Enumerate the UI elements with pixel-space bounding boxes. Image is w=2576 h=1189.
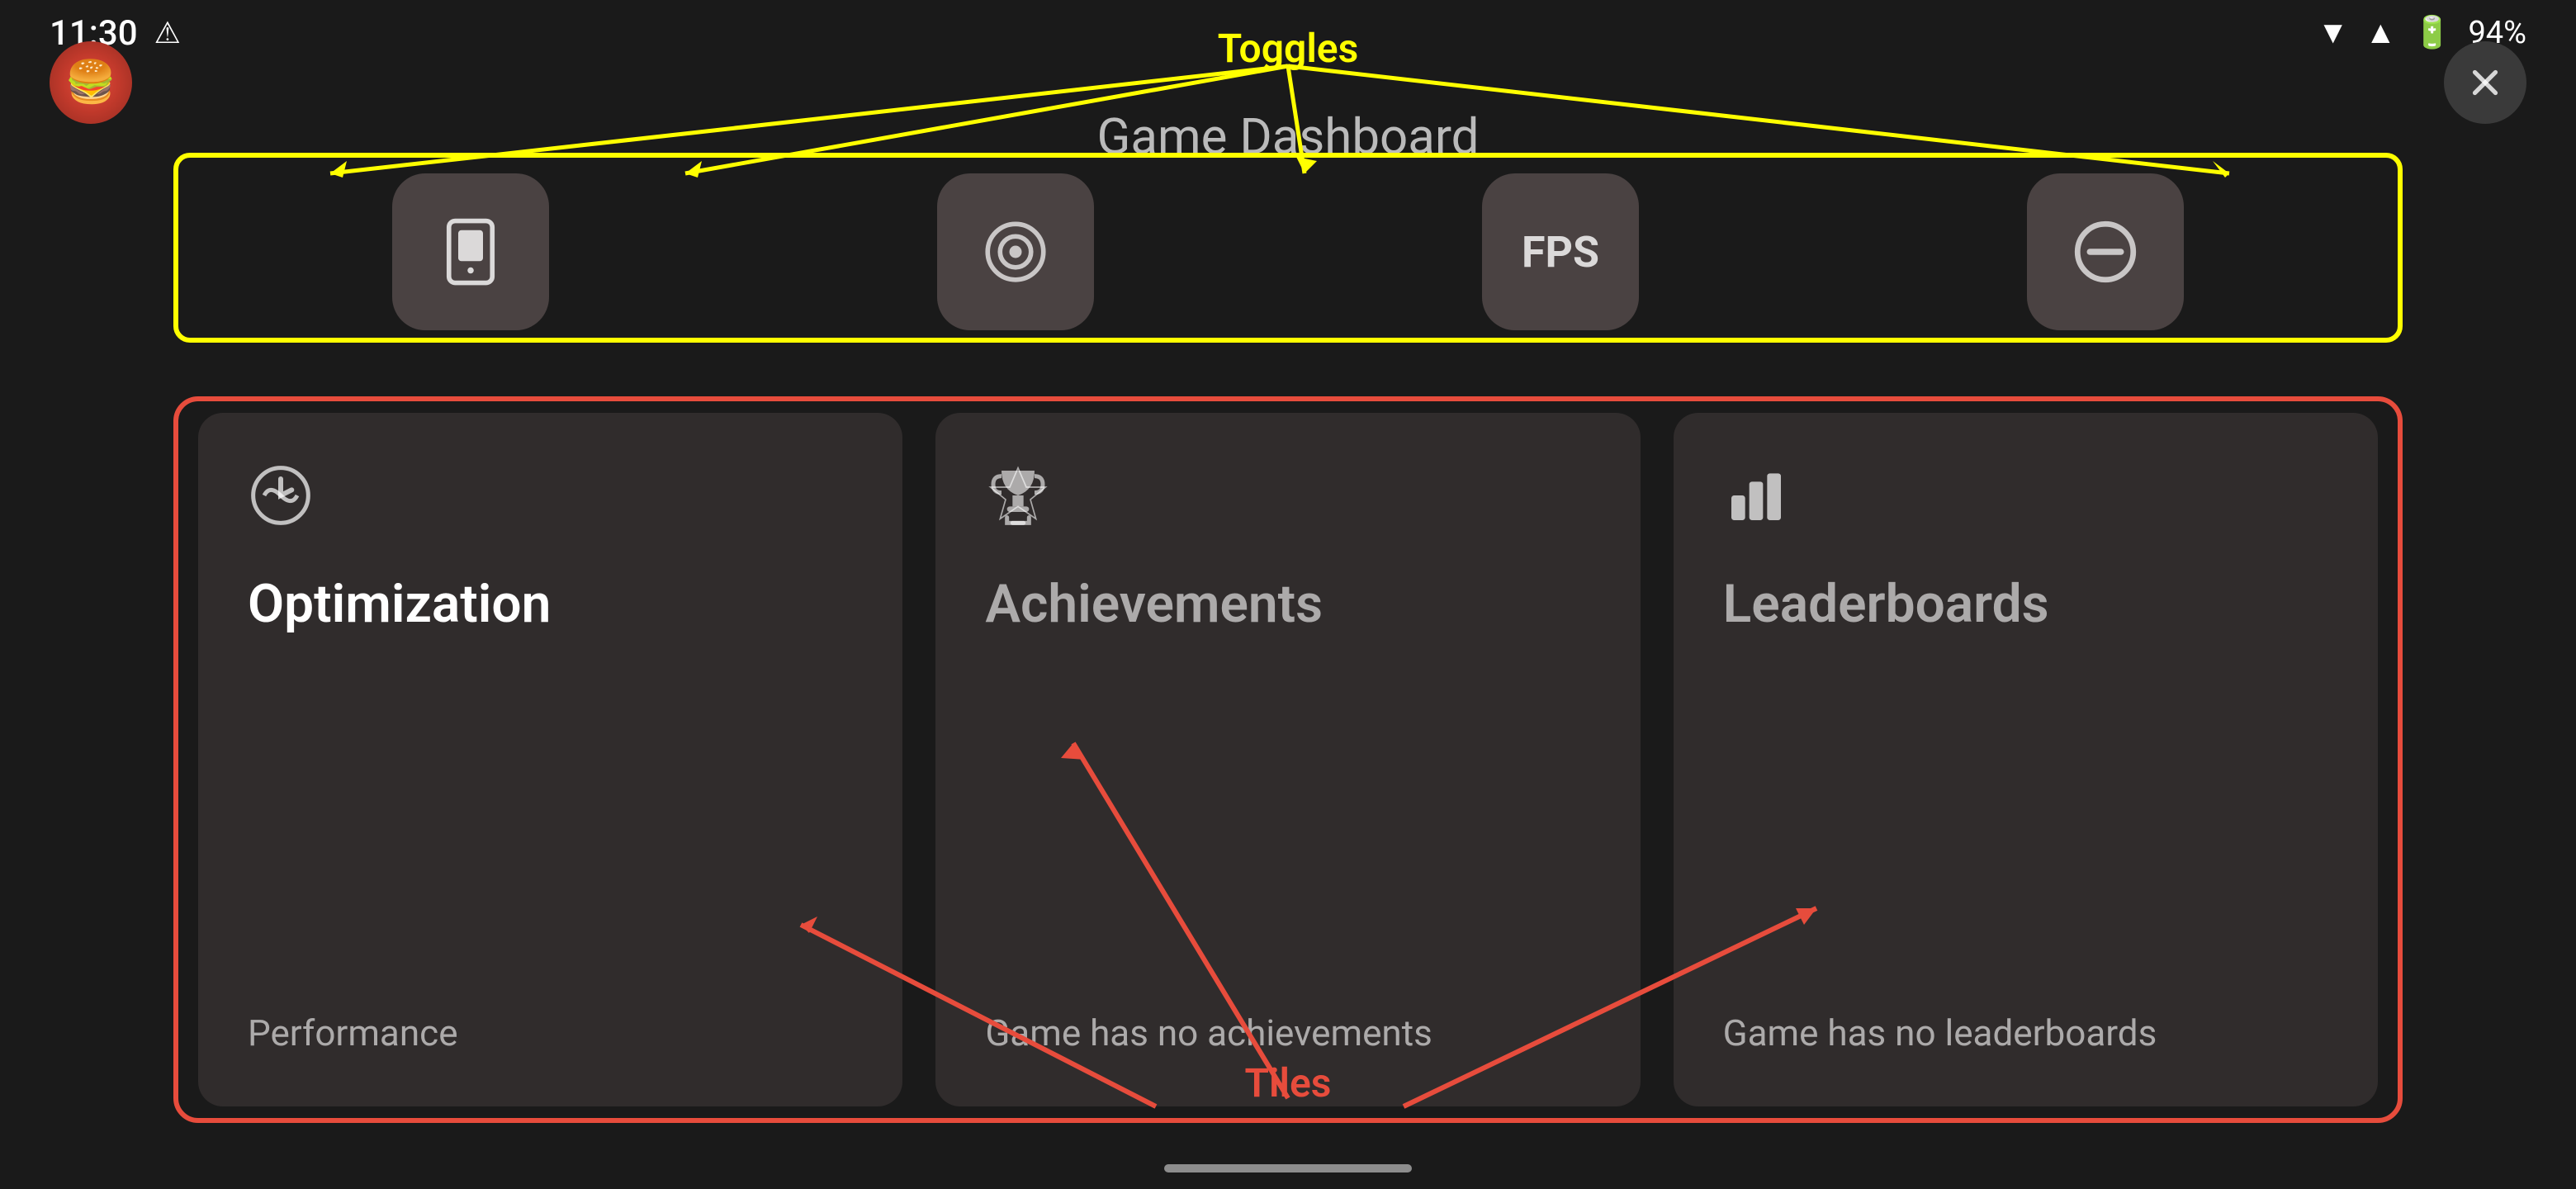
capture-toggle[interactable]	[937, 173, 1094, 330]
toggles-row: FPS	[198, 165, 2378, 339]
achievements-icon	[985, 462, 1590, 532]
leaderboards-subtitle: Game has no leaderboards	[1723, 1010, 2328, 1057]
block-toggle[interactable]	[2027, 173, 2184, 330]
home-indicator[interactable]	[1164, 1164, 1412, 1172]
battery-icon: 🔋	[2413, 15, 2451, 51]
optimization-subtitle: Performance	[248, 1010, 853, 1057]
optimization-title: Optimization	[248, 573, 853, 635]
leaderboards-title: Leaderboards	[1723, 573, 2328, 635]
tiles-section: Optimization Performance Achievements Ga…	[198, 413, 2378, 1106]
close-button[interactable]	[2444, 41, 2526, 124]
dashboard-title: Game Dashboard	[1096, 107, 1479, 166]
fps-toggle[interactable]: FPS	[1482, 173, 1639, 330]
leaderboards-tile[interactable]: Leaderboards Game has no leaderboards	[1674, 413, 2378, 1106]
wifi-icon: ▼	[2318, 15, 2349, 51]
toggles-annotation-label: Toggles	[1218, 25, 1359, 72]
app-icon: 🍔	[50, 41, 132, 124]
signal-icon: ▲	[2365, 15, 2397, 51]
tiles-annotation-label: Tiles	[1245, 1059, 1332, 1106]
leaderboards-icon	[1723, 462, 2328, 532]
optimization-tile[interactable]: Optimization Performance	[198, 413, 902, 1106]
achievements-title: Achievements	[985, 573, 1590, 635]
warning-icon: ⚠	[154, 16, 181, 50]
fps-label: FPS	[1522, 227, 1599, 277]
screen-toggle[interactable]	[392, 173, 549, 330]
achievements-subtitle: Game has no achievements	[985, 1010, 1590, 1057]
optimization-icon	[248, 462, 853, 532]
achievements-tile[interactable]: Achievements Game has no achievements	[935, 413, 1640, 1106]
